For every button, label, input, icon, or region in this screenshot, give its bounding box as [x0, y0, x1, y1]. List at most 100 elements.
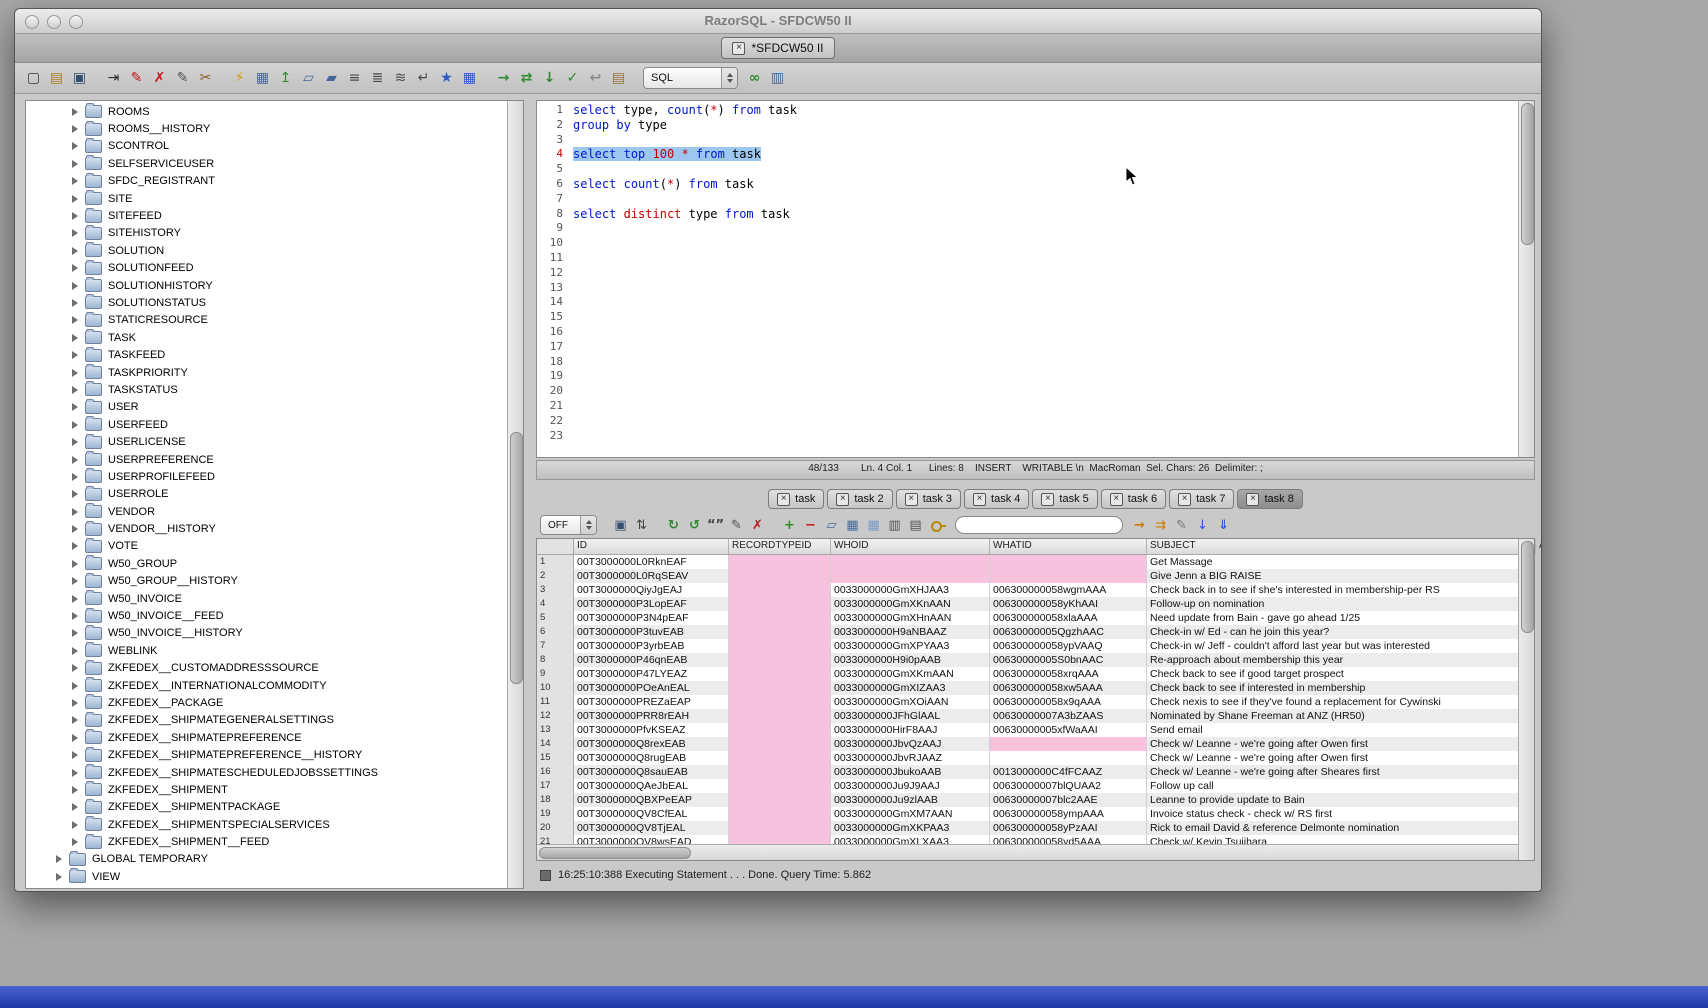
tree-item-sfdc-registrant[interactable]: SFDC_REGISTRANT [26, 173, 507, 190]
tree-item-w50-invoice-history[interactable]: W50_INVOICE__HISTORY [26, 625, 507, 642]
paste-icon[interactable]: ▰ [321, 68, 342, 89]
disclosure-triangle-icon[interactable] [72, 108, 78, 116]
cancel-edit-icon[interactable]: ✗ [748, 516, 767, 535]
disclosure-triangle-icon[interactable] [72, 282, 78, 290]
edit-icon[interactable]: ✎ [172, 68, 193, 89]
tree-item-zkfedex-shipmentspecialservices[interactable]: ZKFEDEX__SHIPMENTSPECIALSERVICES [26, 816, 507, 833]
tree-item-zkfedex-shipmategeneralsettings[interactable]: ZKFEDEX__SHIPMATEGENERALSETTINGS [26, 712, 507, 729]
cell-whoid[interactable]: 0033000000GmXKPAA3 [831, 821, 990, 835]
column-header-recordtypeid[interactable]: RECORDTYPEID [729, 539, 831, 554]
cell-whatid[interactable]: 00630000005xfWaAAI [990, 723, 1147, 737]
result-tab-task-4[interactable]: task 4 [964, 489, 1029, 509]
connections-icon[interactable]: ∞ [744, 68, 765, 89]
cell-subject[interactable]: Check w/ Leanne - we're going after Shea… [1147, 765, 1518, 779]
cell-recordtypeid[interactable] [729, 681, 831, 695]
table-row[interactable]: 300T3000000QiyJgEAJ0033000000GmXHJAA3006… [537, 583, 1518, 597]
cell-recordtypeid[interactable] [729, 695, 831, 709]
disclosure-triangle-icon[interactable] [72, 316, 78, 324]
cell-recordtypeid[interactable] [729, 555, 831, 569]
cell-whoid[interactable]: 0033000000GmXHJAA3 [831, 583, 990, 597]
generate-sql-icon[interactable]: ▤ [906, 516, 925, 535]
code-line[interactable] [573, 429, 1518, 444]
cell-whatid[interactable]: 0013000000C4fFCAAZ [990, 765, 1147, 779]
tree-item-userlicense[interactable]: USERLICENSE [26, 433, 507, 450]
disclosure-triangle-icon[interactable] [72, 195, 78, 203]
cell-whatid[interactable]: 00630000005S0bnAAC [990, 653, 1147, 667]
disclosure-triangle-icon[interactable] [72, 803, 78, 811]
cell-whatid[interactable]: 006300000058xlaAAA [990, 611, 1147, 625]
cell-id[interactable]: 00T3000000P46qnEAB [574, 653, 729, 667]
duplicate-row-icon[interactable]: ▱ [822, 516, 841, 535]
disclosure-triangle-icon[interactable] [72, 386, 78, 394]
cell-subject[interactable]: Leanne to provide update to Bain [1147, 793, 1518, 807]
cell-whatid[interactable]: 006300000058ympAAA [990, 807, 1147, 821]
table-row[interactable]: 1700T3000000QAeJbEAL0033000000Ju9J9AAJ00… [537, 779, 1518, 793]
cell-whoid[interactable]: 0033000000GmXOiAAN [831, 695, 990, 709]
cell-whatid[interactable]: 006300000058ypVAAQ [990, 639, 1147, 653]
wrap-icon[interactable]: ↵ [413, 68, 434, 89]
tree-item-zkfedex-shipmatescheduledjobssettings[interactable]: ZKFEDEX__SHIPMATESCHEDULEDJOBSSETTINGS [26, 764, 507, 781]
result-tab-task-8[interactable]: task 8 [1237, 489, 1302, 509]
cell-whoid[interactable]: 0033000000GmXKnAAN [831, 597, 990, 611]
cell-subject[interactable]: Check back in to see if she's interested… [1147, 583, 1518, 597]
cell-id[interactable]: 00T3000000Q8sauEAB [574, 765, 729, 779]
result-tab-task-5[interactable]: task 5 [1032, 489, 1097, 509]
tree-item-selfserviceuser[interactable]: SELFSERVICEUSER [26, 155, 507, 172]
cell-whoid[interactable]: 0033000000GmXPYAA3 [831, 639, 990, 653]
tab-close-icon[interactable] [905, 493, 918, 506]
column-header-whoid[interactable]: WHOID [831, 539, 990, 554]
cell-id[interactable]: 00T3000000L0RknEAF [574, 555, 729, 569]
cell-recordtypeid[interactable] [729, 653, 831, 667]
cell-id[interactable]: 00T3000000PREZaEAP [574, 695, 729, 709]
results-table-icon[interactable]: ▦ [252, 68, 273, 89]
cell-whoid[interactable]: 0033000000GmXIZAA3 [831, 681, 990, 695]
cell-whoid[interactable]: 0033000000GmXM7AAN [831, 807, 990, 821]
code-line[interactable] [573, 295, 1518, 310]
history-icon[interactable]: ▤ [608, 68, 629, 89]
tree-item-vendor[interactable]: VENDOR [26, 503, 507, 520]
cell-id[interactable]: 00T3000000P47LYEAZ [574, 667, 729, 681]
disclosure-triangle-icon[interactable] [56, 873, 62, 881]
cell-subject[interactable]: Need update from Bain - gave go ahead 1/… [1147, 611, 1518, 625]
disclosure-triangle-icon[interactable] [72, 629, 78, 637]
zoom-window-button[interactable] [69, 15, 83, 29]
cell-id[interactable]: 00T3000000POeAnEAL [574, 681, 729, 695]
disclosure-triangle-icon[interactable] [72, 473, 78, 481]
cell-whatid[interactable]: 00630000007blQUAA2 [990, 779, 1147, 793]
result-tab-task[interactable]: task [768, 489, 824, 509]
go-forward-icon[interactable]: → [493, 68, 514, 89]
table-row[interactable]: 1100T3000000PREZaEAP0033000000GmXOiAAN00… [537, 695, 1518, 709]
cell-subject[interactable]: Send email [1147, 723, 1518, 737]
cell-whatid[interactable]: 006300000058wgmAAA [990, 583, 1147, 597]
grid-hscroll-thumb[interactable] [539, 847, 691, 859]
cell-whatid[interactable]: 006300000058yd5AAA [990, 835, 1147, 844]
schema-report-icon[interactable]: ▥ [767, 68, 788, 89]
cell-recordtypeid[interactable] [729, 779, 831, 793]
disclosure-triangle-icon[interactable] [72, 647, 78, 655]
rerun-icon[interactable]: ↺ [685, 516, 704, 535]
tree-item-solution[interactable]: SOLUTION [26, 242, 507, 259]
cell-recordtypeid[interactable] [729, 765, 831, 779]
table-row[interactable]: 1900T3000000QV8CfEAL0033000000GmXM7AAN00… [537, 807, 1518, 821]
tree-item-view[interactable]: VIEW [26, 868, 507, 885]
tree-item-zkfedex-shipment[interactable]: ZKFEDEX__SHIPMENT [26, 781, 507, 798]
cell-subject[interactable]: Follow-up on nomination [1147, 597, 1518, 611]
cell-recordtypeid[interactable] [729, 821, 831, 835]
cell-recordtypeid[interactable] [729, 835, 831, 844]
cell-id[interactable]: 00T3000000P3yrbEAB [574, 639, 729, 653]
cell-whoid[interactable] [831, 555, 990, 569]
cell-subject[interactable]: Check w/ Kevin Tsujihara [1147, 835, 1518, 844]
cell-id[interactable]: 00T3000000QV8TjEAL [574, 821, 729, 835]
find-all-icon[interactable]: ⇉ [1151, 516, 1170, 535]
tree-item-solutionstatus[interactable]: SOLUTIONSTATUS [26, 294, 507, 311]
tree-item-rooms-history[interactable]: ROOMS__HISTORY [26, 120, 507, 137]
table-row[interactable]: 2000T3000000QV8TjEAL0033000000GmXKPAA300… [537, 821, 1518, 835]
row-number-header[interactable] [537, 539, 574, 554]
disclosure-triangle-icon[interactable] [72, 490, 78, 498]
cell-recordtypeid[interactable] [729, 583, 831, 597]
cell-recordtypeid[interactable] [729, 667, 831, 681]
column-info-icon[interactable]: ▥ [885, 516, 904, 535]
disclosure-triangle-icon[interactable] [72, 821, 78, 829]
cell-whatid[interactable]: 00630000007A3bZAAS [990, 709, 1147, 723]
cell-whoid[interactable]: 0033000000Ju9zlAAB [831, 793, 990, 807]
